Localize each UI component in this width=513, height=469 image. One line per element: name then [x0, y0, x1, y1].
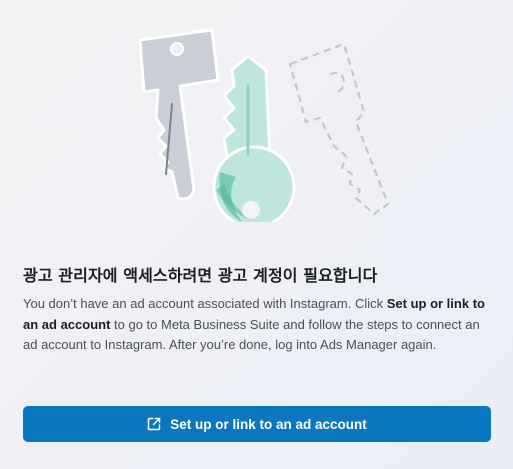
description-text: You don’t have an ad account associated …	[23, 294, 493, 356]
page-title: 광고 관리자에 액세스하려면 광고 계정이 필요합니다	[23, 266, 378, 285]
gray-key-icon	[138, 28, 220, 201]
ad-account-required-card: 광고 관리자에 액세스하려면 광고 계정이 필요합니다 You don’t ha…	[0, 0, 513, 469]
description-text-part1: You don’t have an ad account associated …	[23, 296, 387, 311]
external-link-icon	[147, 417, 161, 431]
setup-ad-account-button[interactable]: Set up or link to an ad account	[23, 406, 491, 442]
keys-illustration	[138, 28, 390, 222]
green-key-icon	[212, 54, 296, 222]
setup-ad-account-button-label: Set up or link to an ad account	[170, 416, 367, 432]
dashed-key-icon	[288, 42, 390, 216]
